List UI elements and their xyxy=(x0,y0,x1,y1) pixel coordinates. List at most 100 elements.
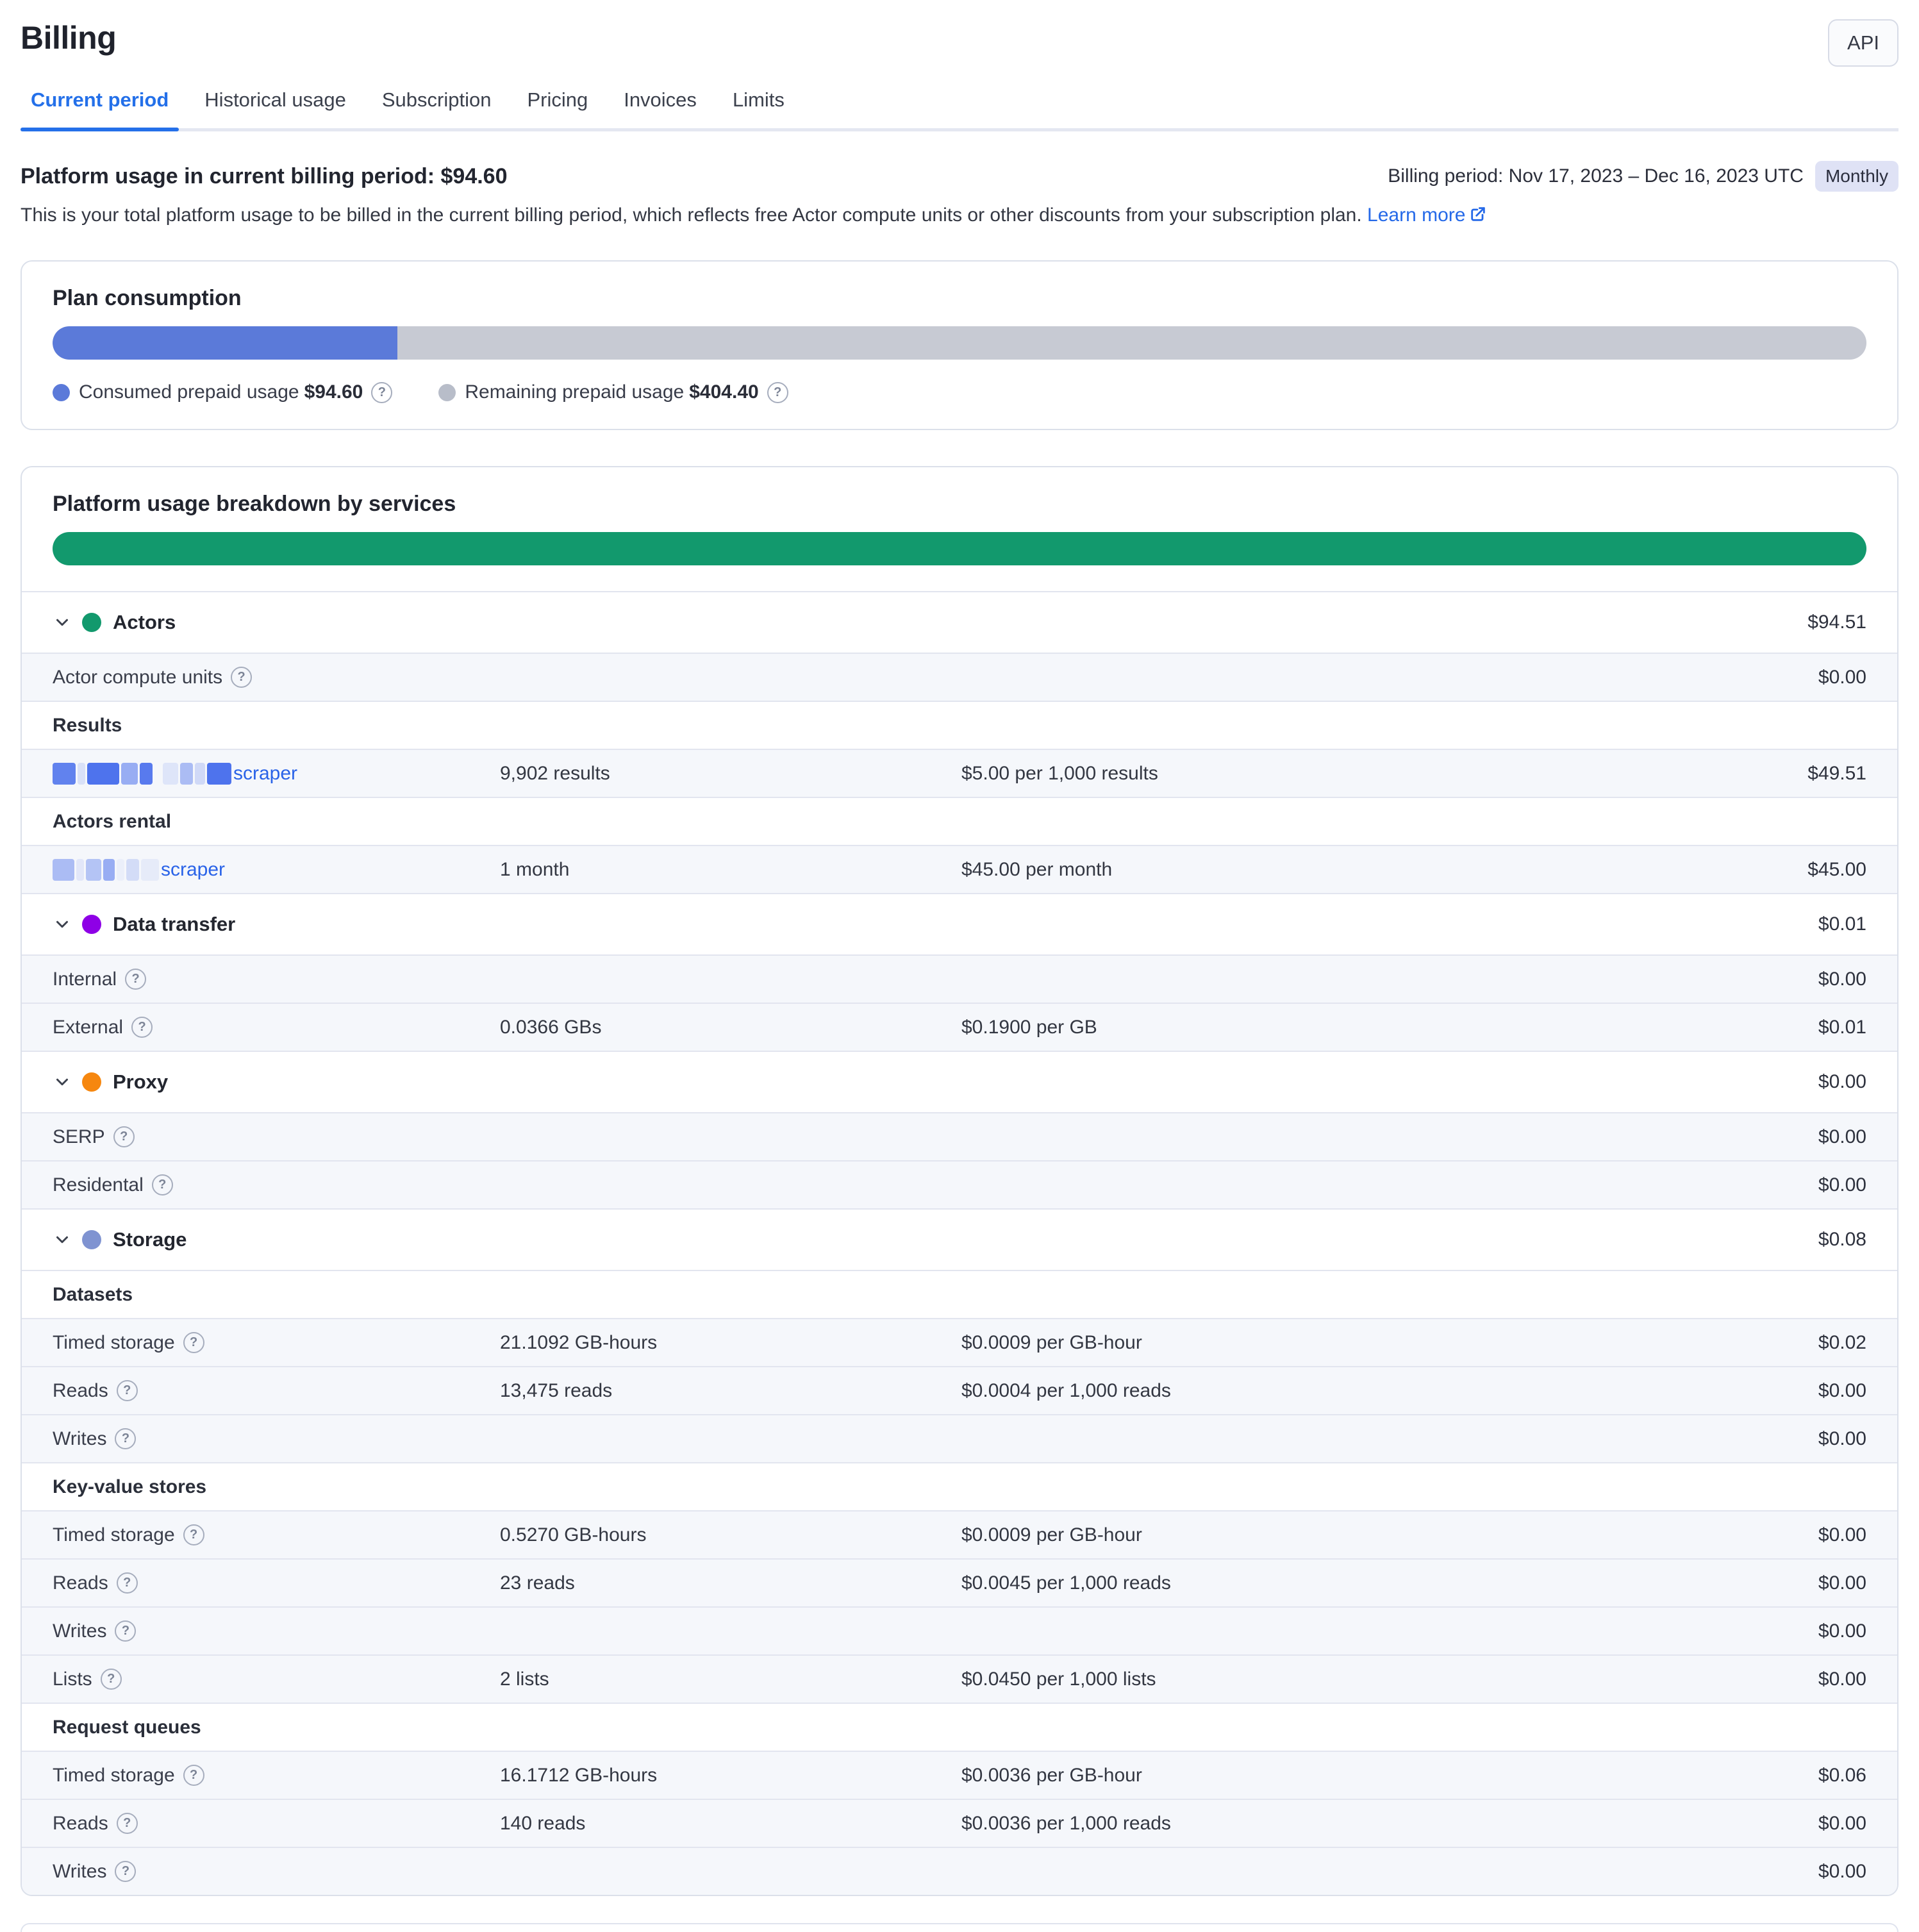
unit-price-cell: $0.0450 per 1,000 lists xyxy=(961,1669,1818,1690)
redacted-text-block xyxy=(53,763,76,785)
amount-cell: $0.00 xyxy=(1818,1126,1866,1148)
amount-cell: $0.00 xyxy=(1818,969,1866,990)
help-icon[interactable] xyxy=(371,382,392,403)
subheader-label: Actors rental xyxy=(53,811,171,833)
subheader-label: Key-value stores xyxy=(53,1476,206,1498)
api-button[interactable]: API xyxy=(1828,19,1898,67)
amount-cell: $0.06 xyxy=(1818,1765,1866,1786)
redacted-text-block xyxy=(86,859,101,881)
consumed-label: Consumed prepaid usage xyxy=(79,381,299,403)
item-row-timed-storage: Timed storage0.5270 GB-hours$0.0009 per … xyxy=(22,1510,1897,1558)
item-row-reads: Reads140 reads$0.0036 per 1,000 reads$0.… xyxy=(22,1799,1897,1847)
help-icon[interactable] xyxy=(117,1813,138,1834)
item-label: Writes xyxy=(53,1861,106,1883)
unit-price-cell: $5.00 per 1,000 results xyxy=(961,763,1807,785)
help-icon[interactable] xyxy=(115,1861,136,1882)
amount-cell: $0.00 xyxy=(1818,1174,1866,1196)
legend-consumed: Consumed prepaid usage $94.60 xyxy=(53,381,392,403)
item-row-residental: Residental $0.00 xyxy=(22,1160,1897,1208)
help-icon[interactable] xyxy=(767,382,788,403)
unit-price-cell: $0.0036 per 1,000 reads xyxy=(961,1813,1818,1835)
section-row-proxy[interactable]: Proxy$0.00 xyxy=(22,1051,1897,1112)
actor-link[interactable]: scraper xyxy=(161,859,225,881)
period-meta: Billing period: Nov 17, 2023 – Dec 16, 2… xyxy=(1388,161,1898,192)
subheader-label: Results xyxy=(53,715,122,737)
usage-table: Actors$94.51Actor compute units$0.00Resu… xyxy=(22,591,1897,1895)
redacted-text-block xyxy=(154,763,161,785)
redacted-text-block xyxy=(126,859,139,881)
help-icon[interactable] xyxy=(183,1765,204,1786)
help-icon[interactable] xyxy=(113,1126,135,1147)
section-label: Data transfer xyxy=(113,913,235,936)
section-row-data-transfer[interactable]: Data transfer$0.01 xyxy=(22,893,1897,954)
item-label: Internal xyxy=(53,969,117,990)
section-row-storage[interactable]: Storage $0.08 xyxy=(22,1208,1897,1270)
help-icon[interactable] xyxy=(101,1669,122,1690)
usage-cell: 21.1092 GB-hours xyxy=(500,1332,961,1354)
help-icon[interactable] xyxy=(152,1174,173,1195)
item-row-reads: Reads23 reads$0.0045 per 1,000 reads$0.0… xyxy=(22,1558,1897,1606)
tab-current-period[interactable]: Current period xyxy=(21,88,179,128)
section-label: Actors xyxy=(113,611,176,634)
section-label: Proxy xyxy=(113,1070,168,1094)
item-label: SERP xyxy=(53,1126,105,1148)
redacted-text-block xyxy=(121,763,138,785)
item-label: Residental xyxy=(53,1174,144,1196)
unit-price-cell: $0.0045 per 1,000 reads xyxy=(961,1572,1818,1594)
item-row-actor-scraper: scraper9,902 results$5.00 per 1,000 resu… xyxy=(22,749,1897,797)
item-row-timed-storage: Timed storage16.1712 GB-hours$0.0036 per… xyxy=(22,1751,1897,1799)
amount-cell: $0.00 xyxy=(1818,1380,1866,1402)
section-amount: $0.08 xyxy=(1818,1229,1866,1251)
unit-price-cell: $0.0036 per GB-hour xyxy=(961,1765,1818,1786)
billing-period-text: Billing period: Nov 17, 2023 – Dec 16, 2… xyxy=(1388,165,1804,187)
section-amount: $94.51 xyxy=(1807,612,1866,633)
actor-link[interactable]: scraper xyxy=(233,763,297,785)
chevron-down-icon xyxy=(53,915,72,934)
amount-cell: $0.00 xyxy=(1818,667,1866,688)
usage-cell: 0.5270 GB-hours xyxy=(500,1524,961,1546)
tab-invoices[interactable]: Invoices xyxy=(613,88,707,128)
help-icon[interactable] xyxy=(125,969,146,990)
help-icon[interactable] xyxy=(183,1524,204,1545)
tab-bar: Current period Historical usage Subscripti… xyxy=(21,88,1898,131)
subheader-row-actors-rental: Actors rental xyxy=(22,797,1897,845)
section-row-actors[interactable]: Actors $94.51 xyxy=(22,591,1897,653)
plan-consumption-title: Plan consumption xyxy=(53,286,1866,311)
item-label: Writes xyxy=(53,1620,106,1642)
redacted-text-block xyxy=(141,859,159,881)
help-icon[interactable] xyxy=(117,1380,138,1401)
remaining-value: $404.40 xyxy=(689,381,758,403)
usage-cell: 23 reads xyxy=(500,1572,961,1594)
help-icon[interactable] xyxy=(131,1017,153,1038)
subheader-row-request-queues: Request queues xyxy=(22,1703,1897,1751)
section-label: Storage xyxy=(113,1228,187,1251)
help-icon[interactable] xyxy=(115,1620,136,1642)
next-card-top-edge xyxy=(21,1923,1898,1932)
billing-cycle-badge: Monthly xyxy=(1815,161,1898,192)
tab-subscription[interactable]: Subscription xyxy=(372,88,502,128)
help-icon[interactable] xyxy=(115,1428,136,1449)
learn-more-link[interactable]: Learn more xyxy=(1367,204,1487,226)
item-label: Timed storage xyxy=(53,1765,175,1786)
help-icon[interactable] xyxy=(231,667,252,688)
item-row-external: External0.0366 GBs$0.1900 per GB$0.01 xyxy=(22,1003,1897,1051)
tab-pricing[interactable]: Pricing xyxy=(517,88,598,128)
redacted-text-block xyxy=(117,859,124,881)
redacted-text-block xyxy=(53,859,74,881)
redacted-text-block xyxy=(87,763,119,785)
tab-historical-usage[interactable]: Historical usage xyxy=(194,88,356,128)
actors-dot xyxy=(82,613,101,632)
help-icon[interactable] xyxy=(117,1572,138,1594)
redacted-text-block xyxy=(180,763,193,785)
amount-cell: $0.00 xyxy=(1818,1861,1866,1883)
data-transfer-dot xyxy=(82,915,101,934)
tab-limits[interactable]: Limits xyxy=(722,88,795,128)
usage-cell: 13,475 reads xyxy=(500,1380,961,1402)
unit-price-cell: $0.0009 per GB-hour xyxy=(961,1524,1818,1546)
help-icon[interactable] xyxy=(183,1332,204,1353)
redacted-text-block xyxy=(195,763,205,785)
item-label: Reads xyxy=(53,1572,108,1594)
legend-remaining: Remaining prepaid usage $404.40 xyxy=(438,381,788,403)
consumed-value: $94.60 xyxy=(304,381,363,403)
usage-breakdown-title: Platform usage breakdown by services xyxy=(53,492,1866,517)
